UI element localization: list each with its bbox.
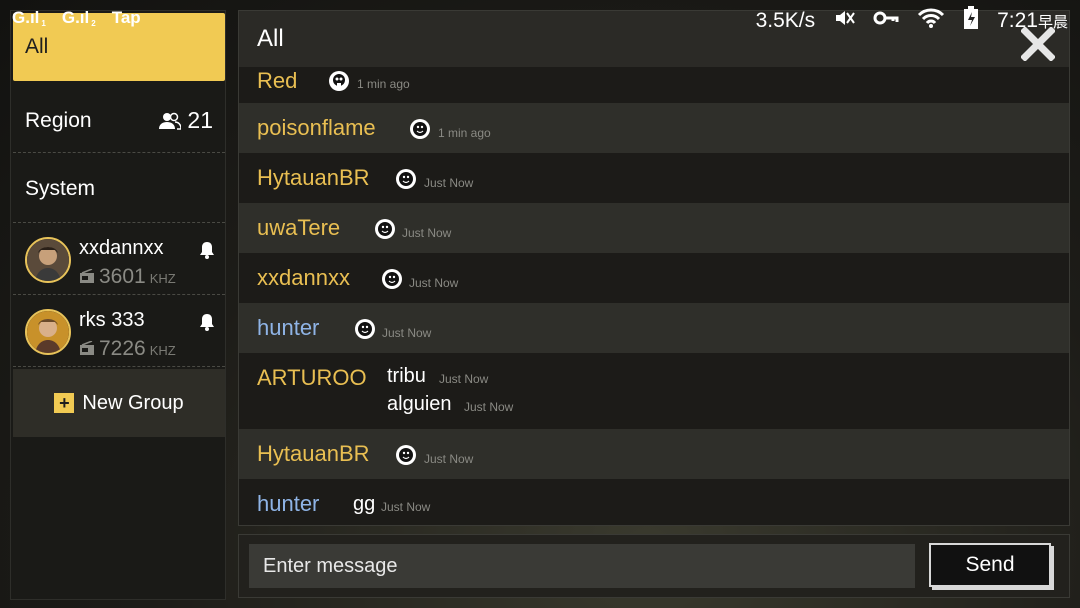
sender-name[interactable]: xxdannxx <box>257 265 350 291</box>
message-input[interactable] <box>249 544 915 588</box>
sender-name[interactable]: HytauanBR <box>257 441 370 467</box>
message-time: Just Now <box>381 500 431 514</box>
message-time: Just Now <box>382 326 432 340</box>
user-frequency: 3601 KHZ <box>79 265 176 289</box>
message-time: Just Now <box>424 176 474 190</box>
frequency-value: 3601 <box>99 265 146 288</box>
new-group-label: New Group <box>82 391 184 414</box>
chat-title: All <box>257 25 284 52</box>
sidebar-item-label: Region <box>25 108 92 132</box>
message-time: Just Now <box>424 452 474 466</box>
close-button[interactable] <box>1020 26 1056 62</box>
message-time: 1 min ago <box>438 126 491 140</box>
list-item: xxdannxx Just Now <box>239 253 1069 303</box>
user-frequency: 7226 KHZ <box>79 337 176 361</box>
smiley-emote-icon <box>382 269 402 289</box>
user-name: rks 333 <box>79 309 145 331</box>
frequency-value: 7226 <box>99 337 146 360</box>
skull-emote-icon <box>329 71 349 91</box>
sidebar-item-user[interactable]: xxdannxx 3601 KHZ <box>13 227 225 295</box>
list-item: hunter gg Just Now <box>239 479 1069 525</box>
list-item: HytauanBR Just Now <box>239 429 1069 479</box>
region-member-count: 21 <box>159 107 213 134</box>
close-icon <box>1020 26 1056 62</box>
send-button[interactable]: Send <box>929 543 1051 587</box>
list-item: HytauanBR Just Now <box>239 153 1069 203</box>
sender-name[interactable]: poisonflame <box>257 115 376 141</box>
message-text: tribu <box>387 365 426 387</box>
frequency-unit: KHZ <box>149 271 176 286</box>
radio-icon <box>80 341 94 355</box>
smiley-emote-icon <box>355 319 375 339</box>
message-composer: Send <box>238 534 1070 598</box>
sender-name[interactable]: uwaTere <box>257 215 340 241</box>
bell-icon[interactable] <box>199 241 215 259</box>
message-time: Just Now <box>409 276 459 290</box>
sender-name[interactable]: hunter <box>257 315 319 341</box>
message-time: 1 min ago <box>357 77 410 91</box>
list-item: ARTUROO tribu Just Now alguien Just Now <box>239 353 1069 429</box>
new-group-button[interactable]: + New Group <box>13 369 225 437</box>
list-item: uwaTere Just Now <box>239 203 1069 253</box>
sidebar-item-label: All <box>25 35 49 58</box>
smiley-emote-icon <box>410 119 430 139</box>
sender-name[interactable]: hunter <box>257 491 319 517</box>
message-text: gg <box>353 493 376 515</box>
message-text: alguien <box>387 393 452 415</box>
sender-name[interactable]: ARTUROO <box>257 365 367 391</box>
list-item: hunter Just Now <box>239 303 1069 353</box>
sidebar-item-label: System <box>25 176 96 200</box>
avatar <box>25 309 71 355</box>
sidebar-item-all[interactable]: All <box>13 13 225 81</box>
list-item: Red 1 min ago <box>239 67 1069 103</box>
avatar <box>25 237 71 283</box>
people-icon <box>159 112 182 130</box>
smiley-emote-icon <box>375 219 395 239</box>
sidebar-item-user[interactable]: rks 333 7226 KHZ <box>13 299 225 367</box>
chat-panel: All Red 1 min ago poisonflame 1 min ago … <box>238 10 1070 526</box>
sidebar-item-region[interactable]: Region 21 <box>13 89 225 153</box>
sender-name[interactable]: HytauanBR <box>257 165 370 191</box>
message-time: Just Now <box>464 400 514 414</box>
smiley-emote-icon <box>396 445 416 465</box>
message-time: Just Now <box>402 226 452 240</box>
smiley-emote-icon <box>396 169 416 189</box>
radio-icon <box>80 269 94 283</box>
sender-name[interactable]: Red <box>257 68 297 94</box>
channel-sidebar: All Region 21 System xxdannxx 3601 KHZ r… <box>10 10 226 600</box>
chat-header: All <box>239 11 1069 67</box>
message-time: Just Now <box>439 372 489 386</box>
message-list[interactable]: Red 1 min ago poisonflame 1 min ago Hyta… <box>239 67 1069 525</box>
count-value: 21 <box>187 107 213 133</box>
user-name: xxdannxx <box>79 237 164 259</box>
list-item: poisonflame 1 min ago <box>239 103 1069 153</box>
bell-icon[interactable] <box>199 313 215 331</box>
frequency-unit: KHZ <box>149 343 176 358</box>
sidebar-item-system[interactable]: System <box>13 155 225 223</box>
plus-icon: + <box>54 393 75 413</box>
